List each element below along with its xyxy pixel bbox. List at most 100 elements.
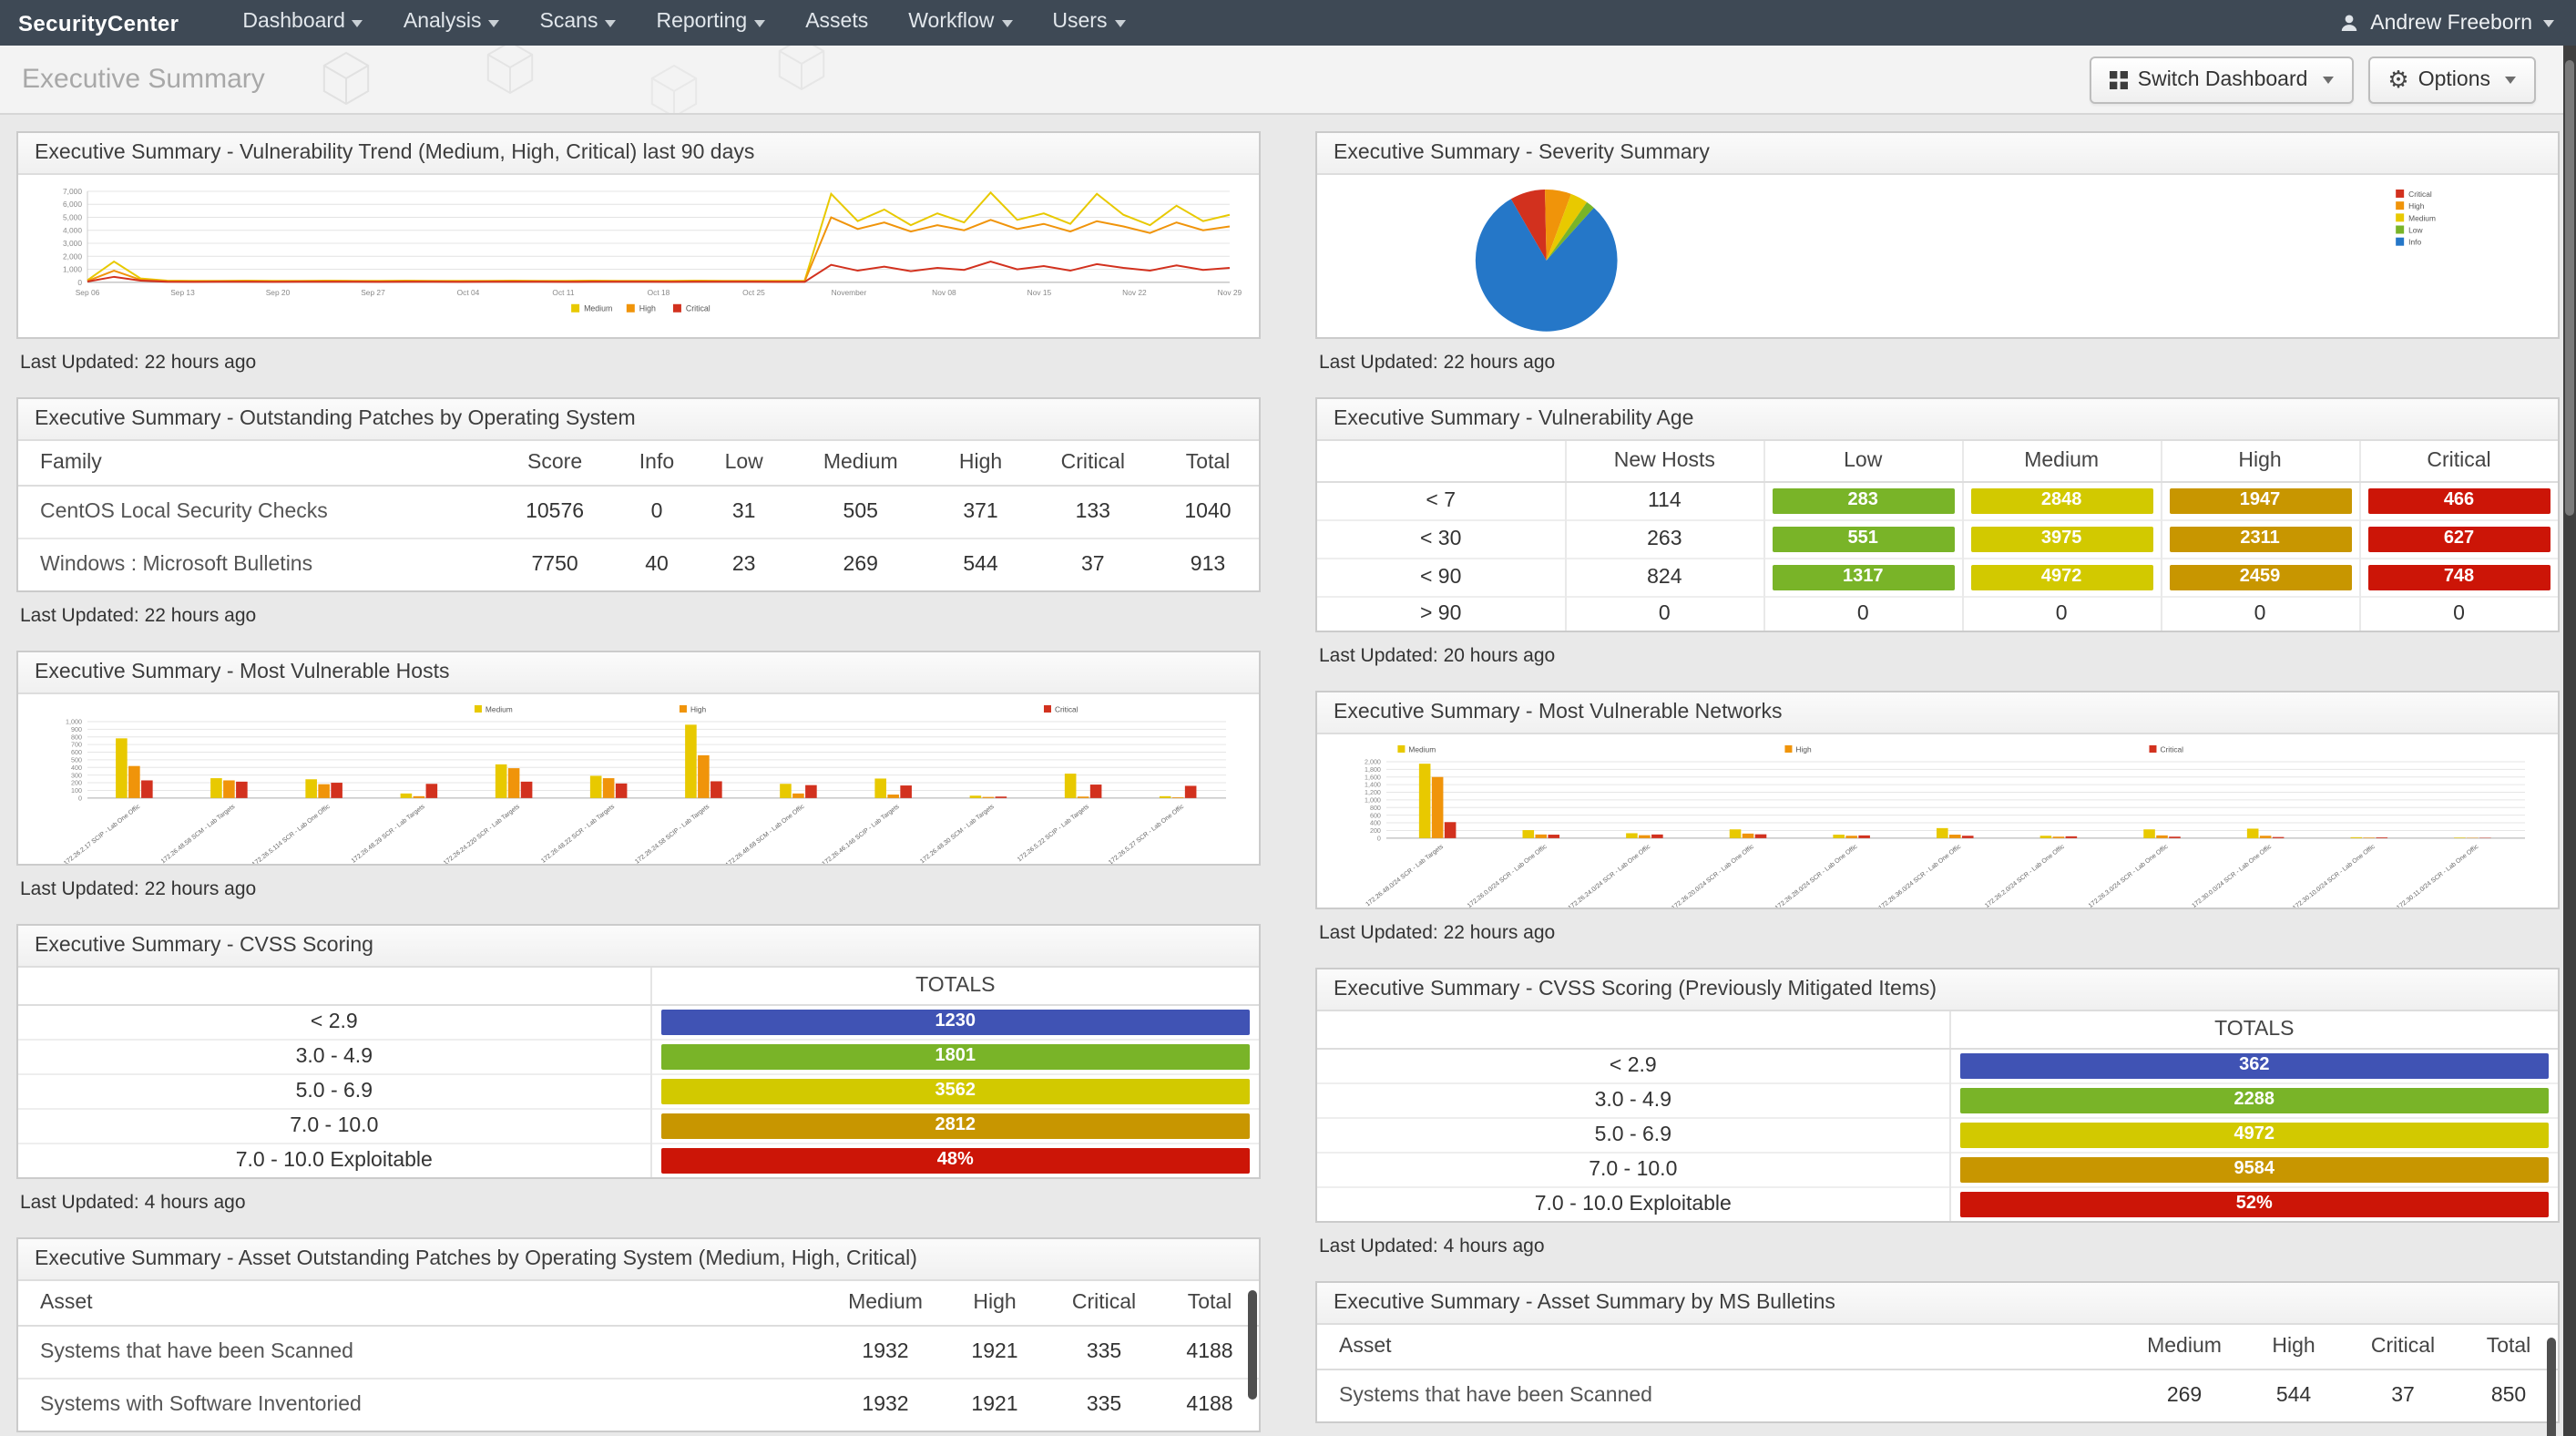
low-count-bar[interactable]: 283 [1772,488,1954,514]
low-count-bar[interactable]: 1317 [1772,565,1954,590]
critical-count-bar[interactable]: 627 [2367,527,2550,552]
most-vulnerable-hosts-chart[interactable]: 01002003004005006007008009001,000172.26.… [18,694,1259,864]
medium-count-bar[interactable]: 4972 [1970,565,2152,590]
panel-title[interactable]: Executive Summary - CVSS Scoring [18,925,1259,967]
severity-summary-pie-chart[interactable]: CriticalHighMediumLowInfo [1317,175,2558,337]
user-menu[interactable]: Andrew Freeborn [2339,12,2576,34]
cell-medium-count[interactable]: 269 [789,538,933,590]
cell-high-count[interactable]: 1921 [942,1378,1048,1430]
critical-count-bar[interactable]: 748 [2367,565,2550,590]
col-family[interactable]: Family [18,441,496,486]
col-medium[interactable]: Medium [2128,1324,2241,1369]
panel-title[interactable]: Executive Summary - Vulnerability Age [1317,399,2558,441]
col-total[interactable]: Total [1157,441,1259,486]
col-critical[interactable]: Critical [2359,441,2558,482]
cell-low-count[interactable]: 23 [699,538,789,590]
panel-title[interactable]: Executive Summary - Severity Summary [1317,133,2558,175]
low-count-bar[interactable]: 551 [1772,527,1954,552]
page-scrollbar-thumb[interactable] [2565,60,2574,516]
col-critical[interactable]: Critical [1048,1280,1160,1325]
cell-new-hosts[interactable]: 0 [1565,597,1763,631]
col-new-hosts[interactable]: New Hosts [1565,441,1763,482]
cell-high-count[interactable]: 544 [932,538,1028,590]
critical-count-bar[interactable]: 466 [2367,488,2550,514]
high-count-bar[interactable]: 2311 [2169,527,2351,552]
most-vulnerable-networks-chart[interactable]: 02004006008001,0001,2001,4001,6001,8002,… [1317,734,2558,908]
menu-users[interactable]: Users [1032,0,1145,46]
menu-workflow[interactable]: Workflow [888,0,1032,46]
options-button[interactable]: ⚙︎ Options [2367,56,2536,103]
col-high[interactable]: High [2241,1324,2346,1369]
medium-count-bar[interactable]: 3975 [1970,527,2152,552]
cvss-total-bar[interactable]: 52% [1960,1191,2549,1216]
menu-dashboard[interactable]: Dashboard [222,0,383,46]
cell-info-count[interactable]: 0 [615,486,700,538]
col-low[interactable]: Low [699,441,789,486]
cell-high-count[interactable]: 1921 [942,1325,1048,1378]
col-medium[interactable]: Medium [1962,441,2161,482]
col-total[interactable]: Total [1160,1280,1259,1325]
panel-scrollbar[interactable] [2547,1337,2556,1436]
cell-low-count[interactable]: 0 [1763,597,1962,631]
col-total[interactable]: Total [2459,1324,2558,1369]
cell-low-count[interactable]: 31 [699,486,789,538]
medium-count-bar[interactable]: 2848 [1970,488,2152,514]
col-medium[interactable]: Medium [829,1280,942,1325]
cvss-total-bar[interactable]: 48% [661,1147,1250,1173]
panel-title[interactable]: Executive Summary - Outstanding Patches … [18,399,1259,441]
cell-new-hosts[interactable]: 114 [1565,482,1763,520]
cell-medium-count[interactable]: 1932 [829,1378,942,1430]
cell-new-hosts[interactable]: 263 [1565,520,1763,559]
menu-reporting[interactable]: Reporting [636,0,785,46]
panel-title[interactable]: Executive Summary - Asset Outstanding Pa… [18,1238,1259,1280]
col-asset[interactable]: Asset [1317,1324,2128,1369]
col-high[interactable]: High [942,1280,1048,1325]
menu-assets[interactable]: Assets [785,0,888,46]
cell-new-hosts[interactable]: 824 [1565,559,1763,597]
cvss-total-bar[interactable]: 1801 [661,1043,1250,1069]
panel-title[interactable]: Executive Summary - CVSS Scoring (Previo… [1317,969,2558,1010]
cell-critical-count[interactable]: 0 [2359,597,2558,631]
cell-critical-count[interactable]: 133 [1029,486,1157,538]
panel-title[interactable]: Executive Summary - Most Vulnerable Host… [18,652,1259,694]
cell-medium-count[interactable]: 1932 [829,1325,942,1378]
menu-analysis[interactable]: Analysis [383,0,520,46]
col-score[interactable]: Score [496,441,615,486]
cell-critical-count[interactable]: 335 [1048,1378,1160,1430]
high-count-bar[interactable]: 1947 [2169,488,2351,514]
cell-critical-count[interactable]: 335 [1048,1325,1160,1378]
panel-title[interactable]: Executive Summary - Asset Summary by MS … [1317,1282,2558,1324]
high-count-bar[interactable]: 2459 [2169,565,2351,590]
cvss-total-bar[interactable]: 362 [1960,1052,2549,1078]
panel-scrollbar[interactable] [1248,1289,1257,1399]
cell-medium-count[interactable]: 0 [1962,597,2161,631]
menu-scans[interactable]: Scans [520,0,637,46]
col-asset[interactable]: Asset [18,1280,829,1325]
cvss-total-bar[interactable]: 2288 [1960,1087,2549,1113]
col-high[interactable]: High [932,441,1028,486]
panel-title[interactable]: Executive Summary - Most Vulnerable Netw… [1317,692,2558,734]
cell-info-count[interactable]: 40 [615,538,700,590]
cell-critical-count[interactable]: 37 [1029,538,1157,590]
cell-critical-count[interactable]: 37 [2346,1369,2459,1421]
page-scrollbar[interactable] [2563,46,2576,1436]
col-low[interactable]: Low [1763,441,1962,482]
col-info[interactable]: Info [615,441,700,486]
cvss-total-bar[interactable]: 3562 [661,1078,1250,1103]
cell-high-count[interactable]: 371 [932,486,1028,538]
col-medium[interactable]: Medium [789,441,933,486]
col-critical[interactable]: Critical [1029,441,1157,486]
col-high[interactable]: High [2161,441,2359,482]
cell-medium-count[interactable]: 505 [789,486,933,538]
cvss-total-bar[interactable]: 9584 [1960,1156,2549,1182]
vulnerability-trend-chart[interactable]: 01,0002,0003,0004,0005,0006,0007,000Sep … [18,175,1259,337]
cell-medium-count[interactable]: 269 [2128,1369,2241,1421]
col-critical[interactable]: Critical [2346,1324,2459,1369]
switch-dashboard-button[interactable]: Switch Dashboard [2090,56,2354,103]
cvss-total-bar[interactable]: 2812 [661,1113,1250,1138]
cell-high-count[interactable]: 544 [2241,1369,2346,1421]
cvss-total-bar[interactable]: 1230 [661,1009,1250,1034]
panel-title[interactable]: Executive Summary - Vulnerability Trend … [18,133,1259,175]
cvss-total-bar[interactable]: 4972 [1960,1122,2549,1147]
app-logo[interactable]: SecurityCenter [0,10,197,36]
